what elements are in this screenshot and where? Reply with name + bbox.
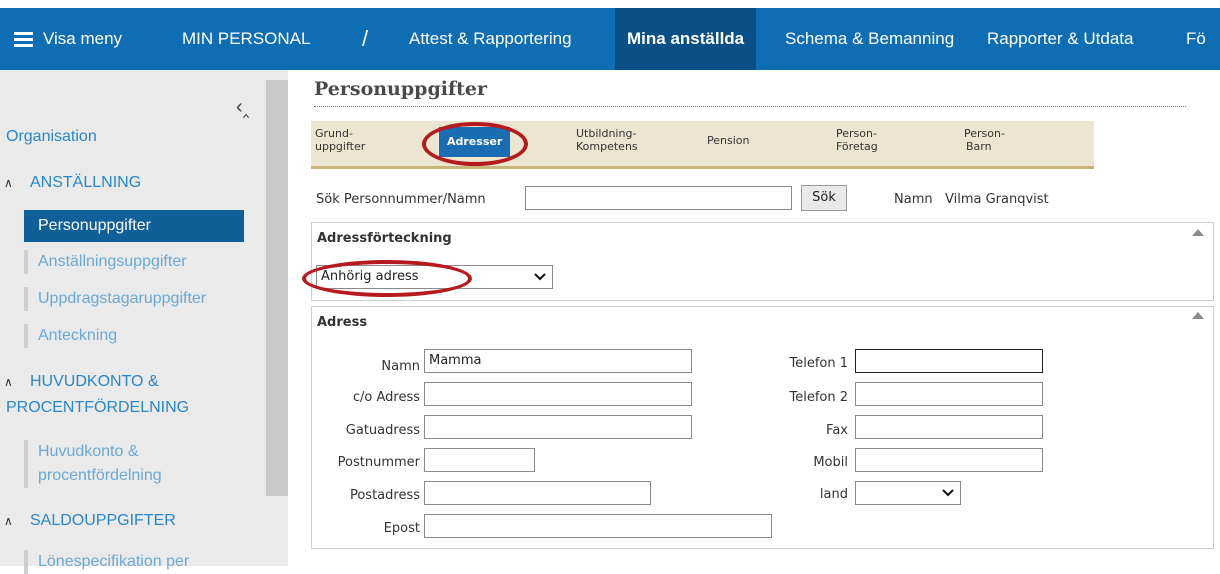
- name-value: Vilma Granqvist: [945, 192, 1049, 207]
- show-menu-link[interactable]: Visa meny: [43, 8, 122, 70]
- nav-separator: /: [362, 26, 369, 51]
- collapse-panel-icon[interactable]: [1192, 312, 1204, 319]
- telefon1-input[interactable]: [855, 349, 1043, 373]
- caret-up-icon: ∧: [4, 514, 13, 528]
- field-label-land: land: [819, 487, 848, 502]
- nav-schema-bemanning[interactable]: Schema & Bemanning: [785, 8, 954, 70]
- field-label-namn: Namn: [381, 359, 420, 374]
- chevron-down-icon: [534, 273, 546, 281]
- app-title[interactable]: MIN PERSONAL: [182, 8, 310, 70]
- item-line2: procentfördelning: [38, 467, 162, 484]
- search-button[interactable]: Sök: [801, 185, 847, 211]
- field-label-postnummer: Postnummer: [337, 455, 420, 470]
- tab-bar: Grund- uppgifter Adresser Utbildning- Ko…: [311, 121, 1094, 169]
- tab-label-line2: uppgifter: [315, 140, 366, 153]
- address-list-header: Adressförteckning: [317, 231, 452, 246]
- chevron-down-icon: [942, 489, 954, 497]
- sidebar-item-anteckning[interactable]: Anteckning: [24, 324, 117, 348]
- namn-input[interactable]: Mamma: [424, 349, 692, 373]
- epost-input[interactable]: [424, 514, 772, 538]
- nav-truncated-item[interactable]: Fö: [1186, 8, 1206, 70]
- field-label-co-adress: c/o Adress: [352, 390, 420, 405]
- tab-label-line1: Person-: [964, 127, 1005, 140]
- mobil-input[interactable]: [855, 448, 1043, 472]
- top-navigation-bar: Visa meny MIN PERSONAL / Attest & Rappor…: [0, 8, 1220, 70]
- postnummer-input[interactable]: [424, 448, 535, 472]
- tab-person-foretag[interactable]: Person- Företag: [836, 127, 878, 153]
- nav-rapporter-utdata[interactable]: Rapporter & Utdata: [987, 8, 1133, 70]
- page-title: Personuppgifter: [314, 78, 487, 100]
- section-title-line1: HUVUDKONTO &: [30, 373, 159, 390]
- search-label: Sök Personnummer/Namn: [316, 192, 486, 207]
- sidebar-section-saldouppgifter[interactable]: ∧ SALDOUPPGIFTER: [4, 508, 176, 534]
- co-adress-input[interactable]: [424, 382, 692, 406]
- tab-label-line1: Utbildning-: [576, 127, 637, 140]
- field-label-telefon2: Telefon 2: [789, 390, 848, 405]
- sidebar-item-lonespecifikation[interactable]: Lönespecifikation per: [24, 550, 189, 574]
- name-label: Namn: [894, 192, 933, 207]
- field-label-mobil: Mobil: [813, 455, 848, 470]
- sidebar-item-huvudkonto[interactable]: Huvudkonto & procentfördelning: [24, 440, 162, 488]
- postadress-input[interactable]: [424, 481, 651, 505]
- tab-pension[interactable]: Pension: [707, 134, 749, 147]
- sidebar-organisation-link[interactable]: Organisation: [6, 128, 97, 146]
- tab-label-line1: Grund-: [315, 127, 353, 140]
- caret-up-icon: ∧: [4, 375, 13, 389]
- tab-adresser[interactable]: Adresser: [439, 127, 511, 157]
- section-title: SALDOUPPGIFTER: [30, 512, 176, 529]
- fax-input[interactable]: [855, 415, 1043, 439]
- sidebar-section-anstallning[interactable]: ∧ ANSTÄLLNING: [4, 170, 142, 196]
- field-label-fax: Fax: [826, 423, 848, 438]
- address-type-select[interactable]: Anhörig adress: [316, 265, 553, 289]
- item-line1: Huvudkonto &: [38, 443, 139, 460]
- select-value: Anhörig adress: [321, 269, 419, 284]
- collapse-sidebar-icon[interactable]: ‹‸: [236, 94, 249, 119]
- nav-mina-anstallda[interactable]: Mina anställda: [615, 8, 757, 70]
- sidebar-item-anstallningsuppgifter[interactable]: Anställningsuppgifter: [24, 250, 187, 274]
- land-select[interactable]: [855, 481, 961, 505]
- tab-label-line2: Företag: [836, 140, 878, 153]
- tab-grunduppgifter[interactable]: Grund- uppgifter: [315, 127, 365, 153]
- telefon2-input[interactable]: [855, 382, 1043, 406]
- tab-label-line2: Kompetens: [576, 140, 638, 153]
- caret-up-icon: ∧: [4, 176, 13, 190]
- collapse-panel-icon[interactable]: [1192, 229, 1204, 236]
- sidebar-section-huvudkonto[interactable]: ∧ HUVUDKONTO & PROCENTFÖRDELNING: [4, 369, 189, 421]
- hamburger-menu-icon[interactable]: [14, 32, 33, 47]
- field-label-gatuadress: Gatuadress: [345, 423, 420, 438]
- title-divider: [314, 106, 1186, 107]
- nav-attest-rapportering[interactable]: Attest & Rapportering: [409, 8, 572, 70]
- gatuadress-input[interactable]: [424, 415, 692, 439]
- field-label-postadress: Postadress: [349, 488, 420, 503]
- section-title: ANSTÄLLNING: [30, 174, 142, 191]
- section-title-line2: PROCENTFÖRDELNING: [6, 399, 190, 416]
- tab-utbildning-kompetens[interactable]: Utbildning- Kompetens: [576, 127, 638, 153]
- address-header: Adress: [317, 315, 368, 330]
- sidebar-scrollbar[interactable]: [266, 80, 288, 496]
- sidebar-item-uppdragstagaruppgifter[interactable]: Uppdragstagaruppgifter: [24, 287, 206, 311]
- tab-person-barn[interactable]: Person- Barn: [964, 127, 1005, 153]
- tab-label-line2: Barn: [966, 140, 992, 153]
- search-input[interactable]: [525, 186, 792, 210]
- tab-label-line1: Person-: [836, 127, 877, 140]
- sidebar-item-personuppgifter[interactable]: Personuppgifter: [24, 210, 244, 242]
- field-label-epost: Epost: [383, 521, 420, 536]
- field-label-telefon1: Telefon 1: [789, 356, 848, 371]
